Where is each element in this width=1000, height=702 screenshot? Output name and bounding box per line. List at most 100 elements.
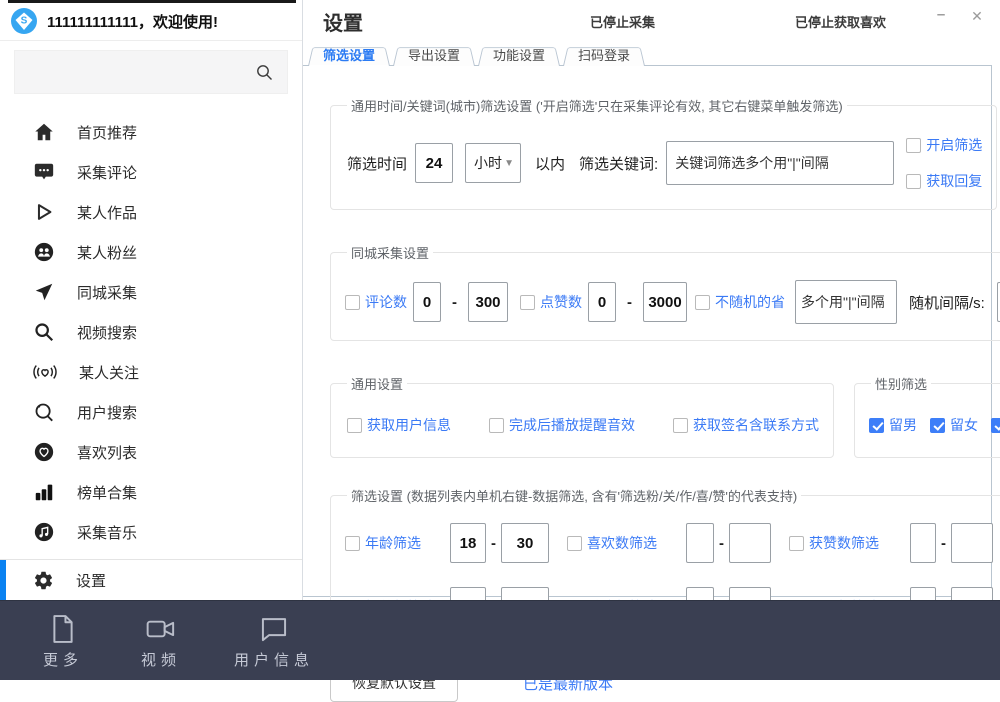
- tab-export-settings[interactable]: 导出设置: [393, 45, 475, 66]
- keyword-label: 筛选关键词:: [579, 153, 658, 174]
- user-search-icon: [33, 401, 55, 423]
- like-count-filter-checkbox[interactable]: 喜欢数筛选: [567, 533, 671, 553]
- comment-count-checkbox[interactable]: 评论数: [345, 292, 407, 312]
- random-interval-label: 随机间隔/s:: [909, 292, 985, 313]
- sidebar-item-ranking[interactable]: 榜单合集: [0, 472, 302, 512]
- play-sound-checkbox[interactable]: 完成后播放提醒音效: [489, 415, 635, 435]
- sidebar-header: S 111111111111，欢迎使用!: [0, 0, 302, 41]
- tab-function-settings[interactable]: 功能设置: [478, 45, 560, 66]
- like-count-min-input[interactable]: [686, 523, 714, 563]
- home-icon: [33, 121, 55, 143]
- section-legend: 筛选设置 (数据列表内单机右键-数据筛选, 含有'筛选粉/关/作/喜/赞'的代表…: [347, 486, 801, 505]
- section-legend: 通用设置: [347, 374, 407, 393]
- settings-tabs: 筛选设置 导出设置 功能设置 扫码登录: [308, 45, 648, 66]
- non-random-province-checkbox[interactable]: 不随机的省: [695, 292, 785, 312]
- keep-female-checkbox[interactable]: 留女: [930, 415, 978, 435]
- keep-male-checkbox[interactable]: 留男: [869, 415, 917, 435]
- minimize-button[interactable]: –: [929, 6, 953, 28]
- toolbar-item-video[interactable]: 视频: [136, 613, 186, 670]
- checkbox-checked: [869, 418, 884, 433]
- status-like: 已停止获取喜欢: [795, 12, 886, 31]
- checkbox-unchecked: [345, 295, 360, 310]
- city-collect-section: 同城采集设置 评论数 - 点赞数 -: [330, 243, 1000, 341]
- toolbar-item-user-info[interactable]: 用户信息: [234, 613, 314, 670]
- status-collect: 已停止采集: [590, 12, 655, 31]
- get-user-info-checkbox[interactable]: 获取用户信息: [347, 415, 451, 435]
- comment-icon: [33, 161, 55, 183]
- province-list-input[interactable]: [795, 280, 897, 324]
- within-label: 以内: [535, 153, 565, 174]
- checkbox-unchecked: [906, 138, 921, 153]
- sidebar-item-collect-music[interactable]: 采集音乐: [0, 512, 302, 552]
- settings-row: 通用设置 获取用户信息 完成后播放提醒音效 获取签名含联系方式: [330, 374, 991, 458]
- checkbox-unchecked: [906, 174, 921, 189]
- age-filter-checkbox[interactable]: 年龄筛选: [345, 533, 449, 553]
- keyword-input[interactable]: [666, 141, 894, 185]
- like-count-checkbox[interactable]: 点赞数: [520, 292, 582, 312]
- search-icon[interactable]: [255, 63, 274, 82]
- filter-time-input[interactable]: [415, 143, 453, 183]
- sidebar-item-user-works[interactable]: 某人作品: [0, 192, 302, 232]
- like-max-input[interactable]: [643, 282, 687, 322]
- checkbox-checked: [930, 418, 945, 433]
- fans-icon: [33, 241, 55, 263]
- bottom-toolbar: 更多 视频 用户信息: [0, 600, 1000, 680]
- checkbox-unchecked: [695, 295, 710, 310]
- file-icon: [48, 613, 78, 645]
- sidebar-item-video-search[interactable]: 视频搜索: [0, 312, 302, 352]
- tab-qr-login[interactable]: 扫码登录: [563, 45, 645, 66]
- gear-icon: [33, 570, 54, 591]
- like-min-input[interactable]: [588, 282, 616, 322]
- search-icon: [33, 321, 55, 343]
- sidebar-item-settings[interactable]: 设置: [0, 559, 302, 600]
- signature-contact-checkbox[interactable]: 获取签名含联系方式: [673, 415, 819, 435]
- bar-chart-icon: [33, 481, 55, 503]
- sidebar-menu: 首页推荐 采集评论 某人作品 某人粉丝: [0, 98, 302, 552]
- sidebar-item-home[interactable]: 首页推荐: [0, 112, 302, 152]
- app-logo-icon: S: [10, 7, 38, 35]
- sidebar: S 111111111111，欢迎使用! 首页推荐: [0, 0, 303, 600]
- sidebar-item-user-fans[interactable]: 某人粉丝: [0, 232, 302, 272]
- like-count-max-input[interactable]: [729, 523, 771, 563]
- filter-time-label: 筛选时间: [347, 153, 407, 174]
- chevron-down-icon: ▼: [504, 158, 514, 169]
- praise-count-filter-checkbox[interactable]: 获赞数筛选: [789, 533, 893, 553]
- comment-max-input[interactable]: [468, 282, 508, 322]
- sidebar-item-collect-comments[interactable]: 采集评论: [0, 152, 302, 192]
- checkbox-unchecked: [345, 536, 360, 551]
- comment-min-input[interactable]: [413, 282, 441, 322]
- get-reply-checkbox[interactable]: 获取回复: [906, 171, 982, 191]
- sidebar-item-city-collect[interactable]: 同城采集: [0, 272, 302, 312]
- like-count-filter-group: 喜欢数筛选 -: [567, 523, 771, 563]
- app-window: S 111111111111，欢迎使用! 首页推荐: [0, 0, 1000, 680]
- praise-count-max-input[interactable]: [951, 523, 993, 563]
- welcome-text: 111111111111，欢迎使用!: [47, 11, 218, 32]
- sidebar-item-user-search[interactable]: 用户搜索: [0, 392, 302, 432]
- sidebar-search-input[interactable]: [14, 50, 288, 94]
- tab-filter-settings[interactable]: 筛选设置: [308, 45, 390, 66]
- signal-heart-icon: [33, 361, 57, 383]
- toolbar-item-more[interactable]: 更多: [38, 613, 88, 670]
- sidebar-item-user-follows[interactable]: 某人关注: [0, 352, 302, 392]
- keep-other-checkbox[interactable]: 其它: [991, 415, 1000, 435]
- checkbox-unchecked: [489, 418, 504, 433]
- section-legend: 同城采集设置: [347, 243, 433, 262]
- video-icon: [144, 613, 178, 645]
- range-dash: -: [452, 294, 457, 311]
- sidebar-item-like-list[interactable]: 喜欢列表: [0, 432, 302, 472]
- main-area: 设置 已停止采集 已停止获取喜欢 – ✕ 筛选设置 导出设置 功能设置 扫码登录…: [303, 0, 1000, 600]
- age-max-input[interactable]: [501, 523, 549, 563]
- checkbox-unchecked: [673, 418, 688, 433]
- checkbox-checked: [991, 418, 1000, 433]
- age-min-input[interactable]: [450, 523, 486, 563]
- tab-panel-filter-settings: 通用时间/关键词(城市)筛选设置 ('开启筛选'只在采集评论有效, 其它右键菜单…: [303, 65, 992, 597]
- page-title: 设置: [323, 7, 363, 36]
- enable-filter-checkbox[interactable]: 开启筛选: [906, 135, 982, 155]
- close-button[interactable]: ✕: [965, 8, 989, 30]
- time-unit-select[interactable]: 小时 ▼: [465, 143, 521, 183]
- checkbox-unchecked: [347, 418, 362, 433]
- play-icon: [33, 201, 55, 223]
- checkbox-unchecked: [567, 536, 582, 551]
- praise-count-min-input[interactable]: [910, 523, 936, 563]
- heart-circle-icon: [33, 441, 55, 463]
